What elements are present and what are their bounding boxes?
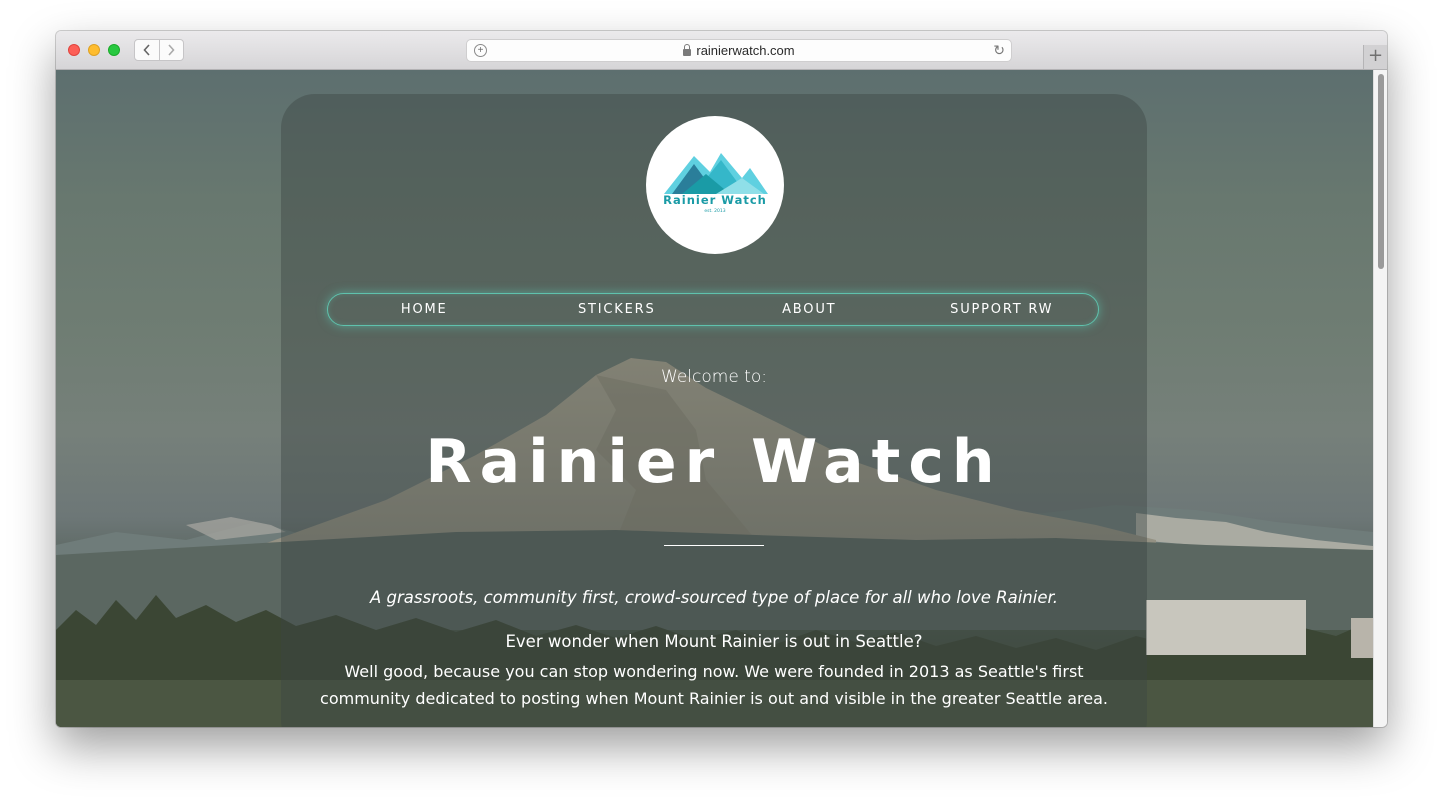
address-bar[interactable]: + rainierwatch.com ↻ (466, 39, 1012, 62)
reload-icon[interactable]: ↻ (993, 42, 1005, 59)
intro-description: Well good, because you can stop wonderin… (320, 662, 1108, 708)
add-bookmark-icon[interactable]: + (474, 44, 487, 57)
history-buttons (134, 39, 184, 61)
nav-home[interactable]: HOME (328, 302, 521, 317)
chevron-left-icon (143, 44, 150, 56)
welcome-text: Welcome to: (661, 367, 767, 387)
forward-button[interactable] (158, 40, 184, 60)
zoom-window-button[interactable] (108, 44, 120, 56)
lock-icon (683, 44, 692, 56)
minimize-window-button[interactable] (88, 44, 100, 56)
chevron-right-icon (168, 44, 175, 56)
nav-about[interactable]: ABOUT (713, 302, 906, 317)
back-button[interactable] (135, 40, 159, 60)
url-text: rainierwatch.com (696, 43, 795, 58)
title-divider (664, 545, 764, 546)
logo-wordmark: Rainier Watch (663, 193, 767, 207)
new-tab-button[interactable]: + (1363, 45, 1387, 69)
tagline: A grassroots, community first, crowd-sou… (369, 588, 1058, 607)
intro-question: Ever wonder when Mount Rainier is out in… (505, 632, 923, 651)
browser-window: + rainierwatch.com ↻ + Rainier Watch est… (56, 31, 1387, 727)
building (1146, 600, 1306, 655)
hero-card: Rainier Watch est. 2013 HOME STICKERS AB… (281, 94, 1147, 727)
logo-est: est. 2013 (704, 208, 725, 214)
browser-toolbar: + rainierwatch.com ↻ + (56, 31, 1387, 70)
site-logo[interactable]: Rainier Watch est. 2013 (646, 116, 784, 254)
page-viewport: Rainier Watch est. 2013 HOME STICKERS AB… (56, 70, 1373, 727)
nav-stickers[interactable]: STICKERS (521, 302, 714, 317)
page-scrollbar[interactable] (1373, 70, 1387, 727)
close-window-button[interactable] (68, 44, 80, 56)
mountain-logo-icon: Rainier Watch est. 2013 (663, 153, 768, 214)
building-2 (1351, 618, 1373, 658)
nav-support-rw[interactable]: SUPPORT RW (906, 302, 1099, 317)
scrollbar-thumb[interactable] (1378, 74, 1384, 269)
main-nav: HOME STICKERS ABOUT SUPPORT RW (327, 293, 1099, 326)
page-title: Rainier Watch (425, 427, 1003, 497)
